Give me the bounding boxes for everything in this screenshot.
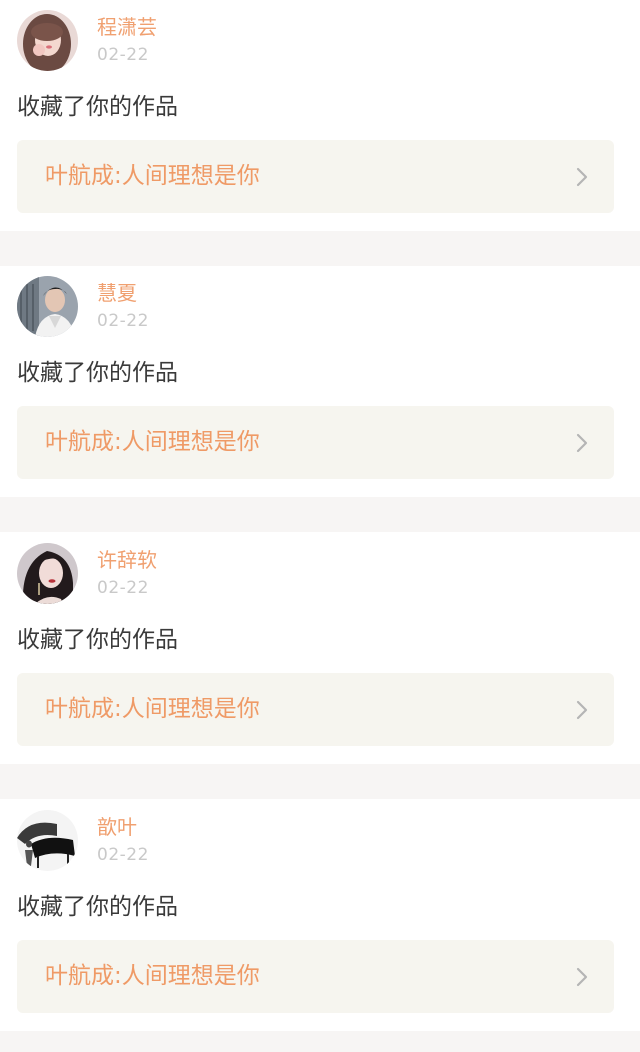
notification-feed: 程潇芸 02-22 收藏了你的作品 叶航成:人间理想是你 慧夏 02-22 收藏… <box>0 0 640 1052</box>
notification-date: 02-22 <box>97 311 149 331</box>
work-link-box[interactable]: 叶航成:人间理想是你 <box>17 940 614 1013</box>
card-separator <box>0 764 640 799</box>
avatar-man-building-icon <box>17 276 78 337</box>
chevron-right-icon <box>576 967 588 987</box>
notification-date: 02-22 <box>97 845 149 865</box>
user-avatar[interactable] <box>17 10 78 71</box>
work-title: 叶航成:人间理想是你 <box>45 963 260 989</box>
user-avatar[interactable] <box>17 543 78 604</box>
card-separator <box>0 497 640 532</box>
username[interactable]: 许辞软 <box>97 547 157 573</box>
avatar-woman-pink-icon <box>17 10 78 71</box>
username[interactable]: 程潇芸 <box>97 14 157 40</box>
work-link-box[interactable]: 叶航成:人间理想是你 <box>17 406 614 479</box>
user-avatar[interactable] <box>17 276 78 337</box>
chevron-right-icon <box>576 167 588 187</box>
notification-card: 许辞软 02-22 收藏了你的作品 叶航成:人间理想是你 <box>0 533 640 764</box>
chevron-right-icon <box>576 700 588 720</box>
work-link-box[interactable]: 叶航成:人间理想是你 <box>17 673 614 746</box>
avatar-piano-bw-icon <box>17 810 78 871</box>
card-separator <box>0 231 640 266</box>
chevron-right-icon <box>576 433 588 453</box>
username[interactable]: 慧夏 <box>97 280 137 306</box>
user-avatar[interactable] <box>17 810 78 871</box>
work-link-box[interactable]: 叶航成:人间理想是你 <box>17 140 614 213</box>
notification-action-text: 收藏了你的作品 <box>17 627 178 653</box>
notification-date: 02-22 <box>97 45 149 65</box>
work-title: 叶航成:人间理想是你 <box>45 163 260 189</box>
notification-card: 慧夏 02-22 收藏了你的作品 叶航成:人间理想是你 <box>0 266 640 497</box>
username[interactable]: 歆叶 <box>97 814 137 840</box>
card-separator <box>0 1031 640 1052</box>
work-title: 叶航成:人间理想是你 <box>45 696 260 722</box>
notification-action-text: 收藏了你的作品 <box>17 360 178 386</box>
avatar-woman-dark-hair-icon <box>17 543 78 604</box>
notification-action-text: 收藏了你的作品 <box>17 894 178 920</box>
notification-card: 歆叶 02-22 收藏了你的作品 叶航成:人间理想是你 <box>0 800 640 1031</box>
notification-action-text: 收藏了你的作品 <box>17 94 178 120</box>
notification-card: 程潇芸 02-22 收藏了你的作品 叶航成:人间理想是你 <box>0 0 640 231</box>
notification-date: 02-22 <box>97 578 149 598</box>
work-title: 叶航成:人间理想是你 <box>45 429 260 455</box>
